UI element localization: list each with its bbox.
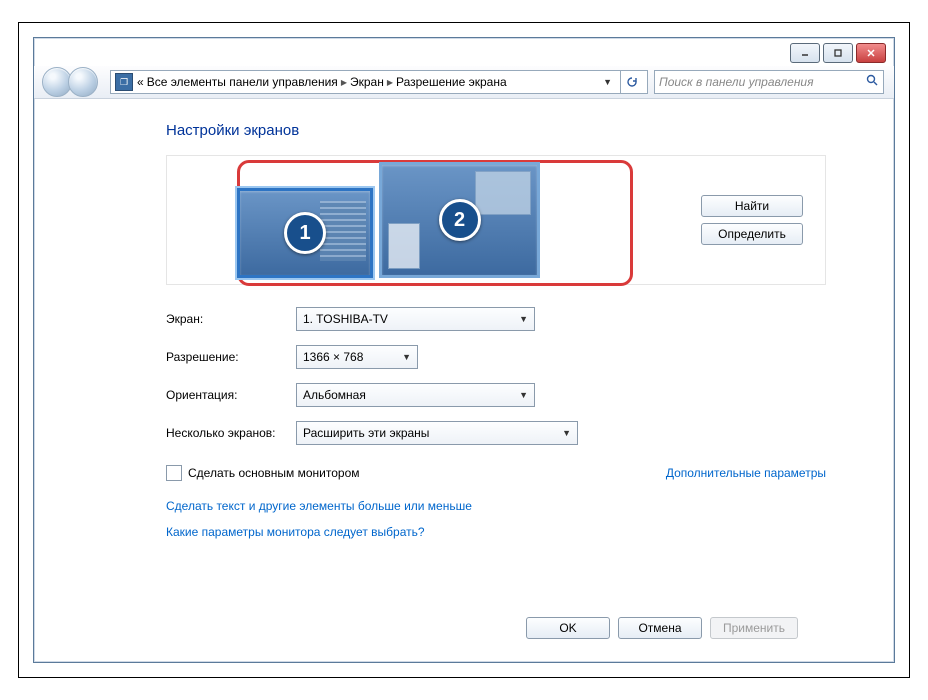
page-title: Настройки экранов [166,122,894,139]
search-icon [866,74,879,90]
search-placeholder: Поиск в панели управления [659,75,814,89]
chevron-down-icon: ▼ [562,428,571,438]
text-size-link[interactable]: Сделать текст и другие элементы больше и… [166,499,472,513]
window-controls [790,43,886,63]
multi-display-select[interactable]: Расширить эти экраны▼ [296,421,578,445]
search-input[interactable]: Поиск в панели управления [654,70,884,94]
advanced-settings-link[interactable]: Дополнительные параметры [666,466,826,480]
refresh-button[interactable] [620,71,643,93]
monitor-number-badge: 1 [284,212,326,254]
orientation-label: Ориентация: [166,388,296,402]
document-icon [388,223,420,269]
monitor-preview-area[interactable]: 1 2 [237,162,540,278]
breadcrumb-item[interactable]: Все элементы панели управления [147,75,338,89]
settings-form: Экран: 1. TOSHIBA-TV▼ Разрешение: 1366 ×… [166,307,894,445]
forward-button[interactable] [68,67,98,97]
chevron-right-icon: ▶ [341,78,347,87]
window-icon [475,171,531,215]
monitor-params-help-link[interactable]: Какие параметры монитора следует выбрать… [166,525,425,539]
find-button[interactable]: Найти [701,195,803,217]
control-panel-icon: ❐ [115,73,133,91]
monitor-1[interactable]: 1 [237,188,373,278]
dialog-footer: OK Отмена Применить [34,603,894,652]
cancel-button[interactable]: Отмена [618,617,702,639]
ok-button[interactable]: OK [526,617,610,639]
resolution-select[interactable]: 1366 × 768▼ [296,345,418,369]
address-bar[interactable]: ❐ « Все элементы панели управления ▶ Экр… [110,70,648,94]
apply-button[interactable]: Применить [710,617,798,639]
breadcrumb-prefix: « [137,75,144,89]
monitor-2[interactable]: 2 [379,162,540,278]
display-arrangement-panel: 1 2 Найти Определить [166,155,826,285]
identify-button[interactable]: Определить [701,223,803,245]
screen-resolution-window: ❐ « Все элементы панели управления ▶ Экр… [33,37,895,663]
chevron-down-icon: ▼ [402,352,411,362]
address-dropdown-icon[interactable]: ▼ [599,77,616,87]
chevron-down-icon: ▼ [519,390,528,400]
keypad-icon [320,201,366,261]
monitor-number-badge: 2 [439,199,481,241]
resolution-label: Разрешение: [166,350,296,364]
minimize-button[interactable] [790,43,820,63]
make-primary-label: Сделать основным монитором [188,466,360,480]
breadcrumb: « Все элементы панели управления ▶ Экран… [137,75,507,89]
maximize-button[interactable] [823,43,853,63]
display-label: Экран: [166,312,296,326]
chevron-down-icon: ▼ [519,314,528,324]
close-button[interactable] [856,43,886,63]
orientation-select[interactable]: Альбомная▼ [296,383,535,407]
make-primary-checkbox[interactable] [166,465,182,481]
content-area: Настройки экранов 1 2 Найти О [34,98,894,662]
multi-display-label: Несколько экранов: [166,426,296,440]
breadcrumb-item[interactable]: Разрешение экрана [396,75,507,89]
breadcrumb-item[interactable]: Экран [350,75,384,89]
display-select[interactable]: 1. TOSHIBA-TV▼ [296,307,535,331]
navigation-bar: ❐ « Все элементы панели управления ▶ Экр… [34,66,894,99]
chevron-right-icon: ▶ [387,78,393,87]
